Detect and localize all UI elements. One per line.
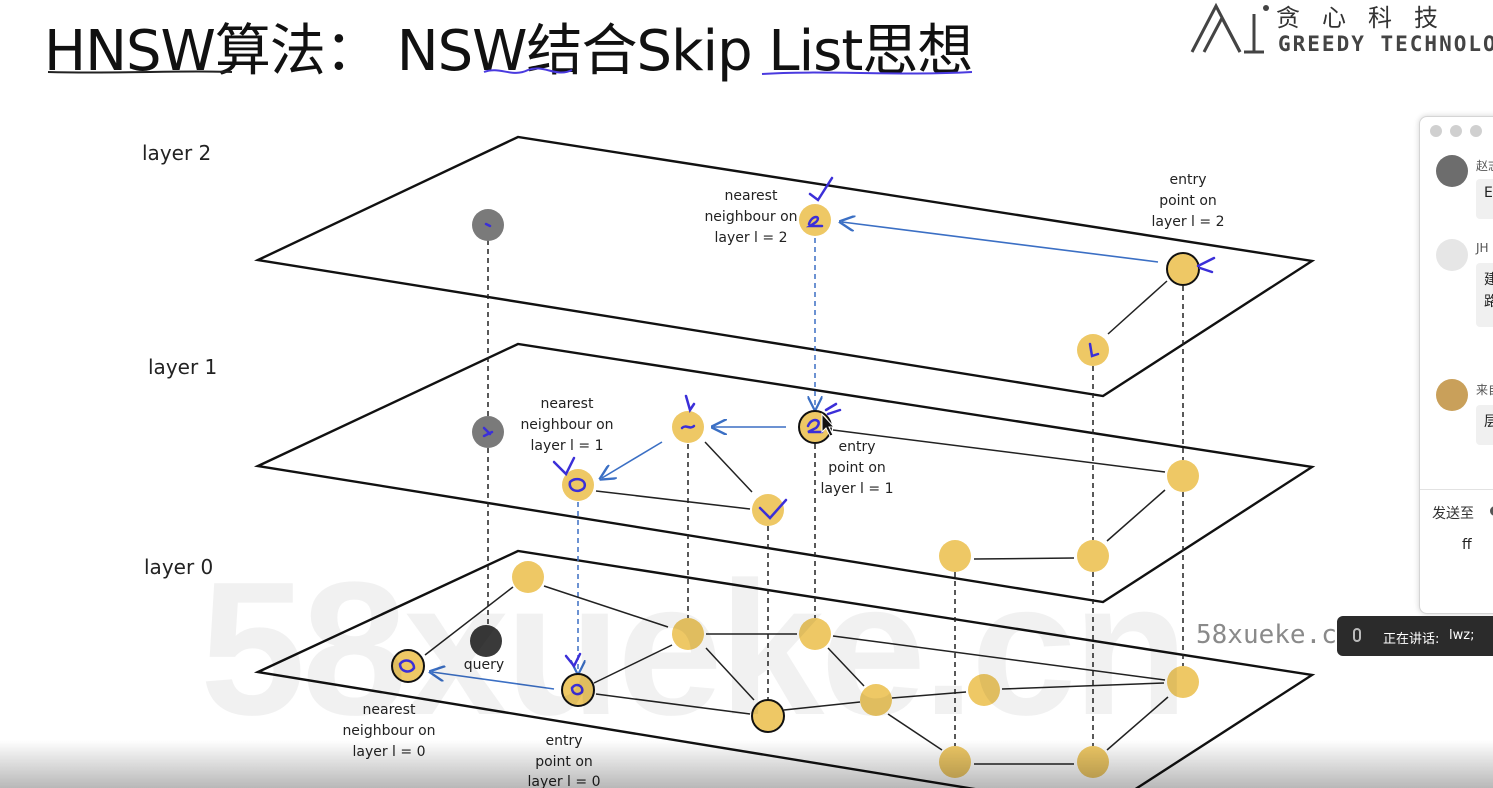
window-minimize-icon[interactable] <box>1450 125 1462 137</box>
watermark-small: 58xueke.cn <box>1196 620 1353 650</box>
chat-sender: 赵志 <box>1476 159 1493 173</box>
chat-bubble: 建 路 <box>1476 263 1493 327</box>
node-l1-b <box>752 494 784 526</box>
send-to-label: 发送至 <box>1432 506 1474 522</box>
speaker-name: lwz; <box>1449 628 1475 643</box>
annotation-line: entry <box>838 439 875 455</box>
microphone-icon <box>1353 628 1361 642</box>
annotation-line: layer l = 2 <box>1151 214 1224 230</box>
speaking-indicator: 正在讲话: lwz; <box>1337 616 1493 656</box>
annotation-line: layer l = 0 <box>527 774 600 788</box>
annotation-entry-l1: entry point on layer l = 1 <box>820 439 893 497</box>
chat-input[interactable]: ff <box>1462 537 1472 553</box>
annotation-line: point on <box>828 460 886 476</box>
node-entry-l2 <box>1166 252 1200 286</box>
title-underline <box>47 70 233 74</box>
title-squiggle-2 <box>761 71 973 75</box>
annotation-nearest-l2: nearest neighbour on layer l = 2 <box>704 188 797 246</box>
node-l2-b <box>1077 334 1109 366</box>
avatar <box>1436 379 1468 411</box>
title-squiggle <box>483 67 573 74</box>
annotation-line: neighbour on <box>520 417 613 433</box>
annotation-line: nearest <box>725 188 778 204</box>
slide: HNSW算法： NSW结合Skip List思想 贪心科技 GREEDY TEC… <box>0 0 1493 788</box>
annotation-nearest-l1: nearest neighbour on layer l = 1 <box>520 396 613 454</box>
layer-1-label: layer 1 <box>148 355 217 379</box>
avatar <box>1436 155 1468 187</box>
node-nearest-l2 <box>799 204 831 236</box>
node-l1-c <box>1167 460 1199 492</box>
chat-bubble: 层 <box>1476 405 1493 445</box>
annotation-line: nearest <box>541 396 594 412</box>
layer-2-label: layer 2 <box>142 141 211 165</box>
avatar <box>1436 239 1468 271</box>
chat-bubble: E <box>1476 179 1493 219</box>
chat-message: 来自 层 <box>1420 377 1493 467</box>
chat-divider <box>1420 489 1493 490</box>
annotation-line: layer l = 1 <box>820 481 893 497</box>
annotation-line: neighbour on <box>704 209 797 225</box>
window-close-icon[interactable] <box>1430 125 1442 137</box>
annotation-entry-l2: entry point on layer l = 2 <box>1151 172 1224 230</box>
annotation-line: entry <box>1169 172 1206 188</box>
chat-message: 赵志 E <box>1420 153 1493 243</box>
annotation-line: layer l = 2 <box>714 230 787 246</box>
chat-message: JH 建 路 <box>1420 237 1493 327</box>
chat-sender: 来自 <box>1476 383 1493 397</box>
chat-panel[interactable]: 赵志 E JH 建 路 来自 层 发送至 ff <box>1419 116 1493 614</box>
layer-2-plane <box>253 135 1316 398</box>
speaking-label: 正在讲话: <box>1383 632 1440 647</box>
annotation-line: layer l = 1 <box>530 438 603 454</box>
watermark-large: 58xueke.cn <box>200 543 1189 755</box>
window-zoom-icon[interactable] <box>1470 125 1482 137</box>
annotation-line: point on <box>1159 193 1217 209</box>
chat-sender: JH <box>1476 241 1489 255</box>
